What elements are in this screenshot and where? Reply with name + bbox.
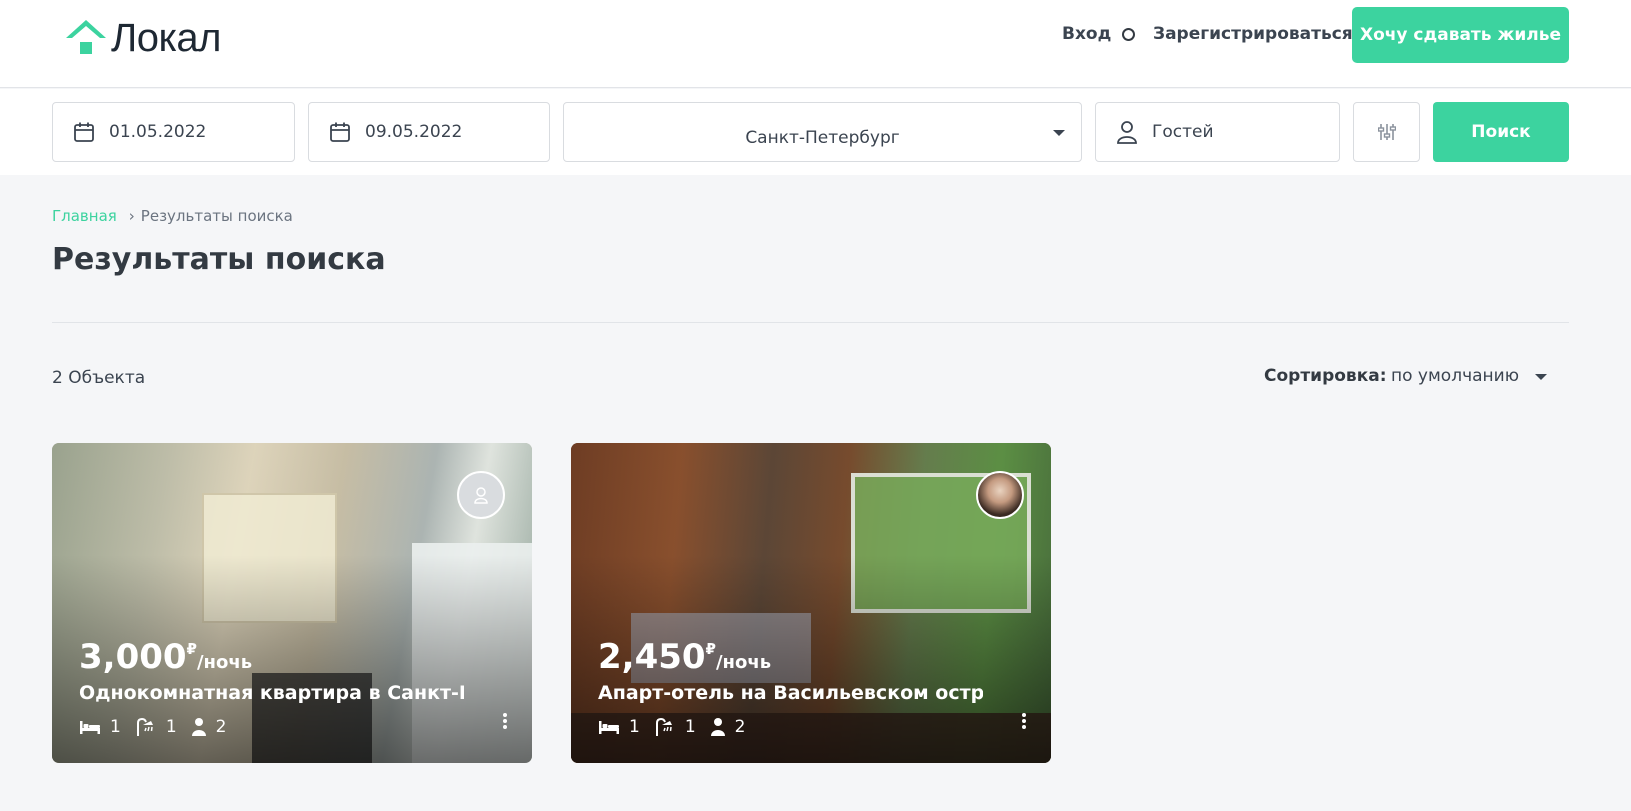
search-bar: 01.05.2022 09.05.2022 Санкт-Петербург Го… [0, 89, 1631, 175]
breadcrumb-home-link[interactable]: Главная [52, 206, 117, 226]
divider [52, 322, 1569, 323]
guests-field[interactable]: Гостей [1095, 102, 1340, 162]
more-options-icon[interactable] [500, 711, 510, 735]
logo[interactable]: Локал [64, 14, 221, 62]
bed-icon [599, 721, 619, 734]
breadcrumb-current: Результаты поиска [140, 207, 293, 225]
calendar-icon [74, 122, 94, 142]
shower-icon [136, 717, 153, 736]
more-options-icon[interactable] [1019, 711, 1029, 735]
guests-count: 2 [734, 717, 746, 737]
listing-features: 1 1 2 [79, 715, 240, 739]
login-link[interactable]: Вход [1062, 22, 1111, 46]
beds-count: 1 [110, 717, 121, 737]
separator-circle-icon [1122, 28, 1135, 41]
beds-count: 1 [629, 717, 640, 737]
results-count: 2 Объекта [52, 368, 146, 388]
person-icon [710, 718, 725, 736]
filters-button[interactable] [1353, 102, 1420, 162]
house-logo-icon [66, 20, 106, 54]
page-title: Результаты поиска [52, 242, 386, 277]
check-out-field[interactable]: 09.05.2022 [308, 102, 550, 162]
person-icon [191, 718, 206, 736]
listing-price: 3,000₽/ночь [79, 637, 253, 677]
shower-icon [655, 717, 672, 736]
guests-count: 2 [215, 717, 227, 737]
register-link[interactable]: Зарегистрироваться [1153, 22, 1353, 46]
site-header: Локал Вход Зарегистрироваться Хочу сдава… [0, 0, 1631, 88]
search-button[interactable]: Поиск [1433, 102, 1569, 162]
guests-placeholder: Гостей [1152, 122, 1214, 142]
check-in-field[interactable]: 01.05.2022 [52, 102, 295, 162]
host-avatar[interactable] [457, 471, 505, 519]
city-select[interactable]: Санкт-Петербург [563, 102, 1082, 162]
brand-name: Локал [111, 16, 221, 60]
listing-card[interactable]: 3,000₽/ночь Однокомнатная квартира в Сан… [52, 443, 532, 763]
sort-label: Сортировка: [1264, 366, 1387, 386]
listing-title[interactable]: Однокомнатная квартира в Санкт-Петербург… [79, 679, 464, 707]
listing-features: 1 1 2 [598, 715, 759, 739]
chevron-down-icon [1053, 130, 1065, 136]
breadcrumb: Главная › Результаты поиска [52, 206, 293, 226]
listing-title[interactable]: Апарт-отель на Васильевском острове [598, 679, 983, 707]
sliders-icon [1377, 124, 1396, 140]
user-icon [1117, 121, 1137, 144]
host-avatar[interactable] [976, 471, 1024, 519]
city-value: Санкт-Петербург [745, 128, 900, 148]
check-in-value: 01.05.2022 [109, 122, 207, 142]
user-placeholder-icon [474, 487, 488, 504]
become-host-button[interactable]: Хочу сдавать жилье [1352, 7, 1569, 63]
bed-icon [80, 721, 100, 734]
sort-dropdown[interactable]: по умолчанию [1391, 364, 1519, 388]
baths-count: 1 [684, 717, 696, 737]
chevron-down-icon[interactable] [1535, 374, 1547, 380]
listing-card[interactable]: 2,450₽/ночь Апарт-отель на Васильевском … [571, 443, 1051, 763]
listing-price: 2,450₽/ночь [598, 637, 772, 677]
check-out-value: 09.05.2022 [365, 122, 463, 142]
baths-count: 1 [165, 717, 177, 737]
breadcrumb-separator: › [128, 207, 135, 225]
calendar-icon [330, 122, 350, 142]
